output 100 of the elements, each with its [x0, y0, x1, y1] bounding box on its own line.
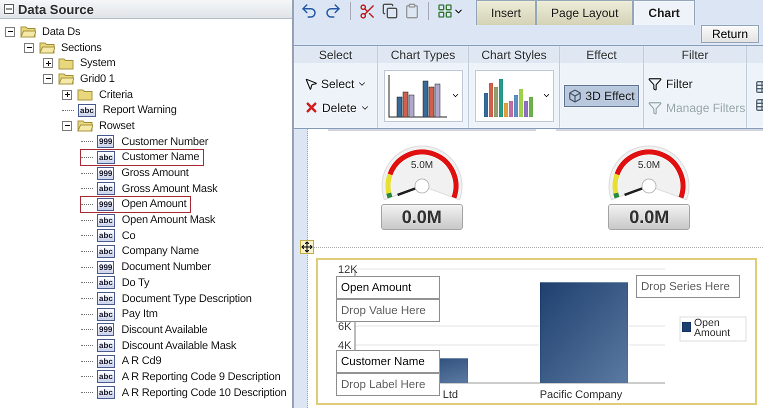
- tree-item[interactable]: Discount Available Mask: [122, 340, 236, 352]
- tree-item[interactable]: Open Amount Mask: [122, 214, 216, 226]
- field-type-icon: abc: [97, 386, 115, 400]
- series-drop-zone[interactable]: Drop Series Here: [636, 275, 740, 298]
- tree-item[interactable]: Criteria: [99, 88, 133, 101]
- tree-item[interactable]: Do Ty: [122, 276, 150, 289]
- field-type-icon: abc: [97, 292, 115, 306]
- chart-type-picker[interactable]: [384, 70, 462, 122]
- group-title: Filter: [644, 46, 746, 63]
- tree-item[interactable]: Gross Amount: [121, 167, 189, 180]
- field-type-icon: 999: [97, 198, 114, 211]
- gauge-value: 0.0M: [380, 204, 463, 230]
- filter-button[interactable]: Filter: [648, 74, 693, 94]
- tree-item[interactable]: Grid0 1: [80, 72, 115, 85]
- gauge-max-label: 5.0M: [410, 160, 433, 171]
- field-type-icon: abc: [97, 370, 115, 384]
- menu-button[interactable]: Delete: [298, 98, 376, 118]
- expand-icon[interactable]: [62, 90, 72, 100]
- field-type-icon: abc: [97, 182, 115, 196]
- tree-item[interactable]: Pay Itm: [122, 308, 158, 320]
- tree-item[interactable]: Rowset: [99, 120, 134, 132]
- tree-item[interactable]: System: [80, 57, 116, 70]
- field-type-icon: abc: [97, 244, 115, 258]
- pointer-icon: [304, 76, 318, 90]
- folder-icon: [77, 88, 93, 102]
- field-type-icon: abc: [97, 150, 115, 164]
- tree-item[interactable]: Co: [122, 230, 136, 242]
- layout-icon[interactable]: [437, 3, 453, 19]
- tree-item[interactable]: Report Warning: [102, 104, 177, 116]
- chart-legend: [680, 316, 746, 342]
- category-label: Ltd: [442, 389, 458, 401]
- tree-item[interactable]: A R Cd9: [122, 355, 162, 368]
- field-type-icon: 999: [97, 323, 114, 336]
- ribbon-tab[interactable]: Page Layout: [536, 0, 634, 25]
- label-drop-zone[interactable]: Drop Label Here: [336, 373, 440, 396]
- caret-icon: [542, 91, 550, 100]
- field-type-icon: 999: [97, 166, 114, 180]
- axis-tick-label: 12K: [338, 264, 358, 276]
- label-field-slot[interactable]: Customer Name: [336, 350, 440, 373]
- value-drop-zone[interactable]: Drop Value Here: [336, 299, 440, 322]
- gauge-needle: [396, 178, 430, 196]
- group-title: Effect: [560, 46, 643, 63]
- menu-button[interactable]: Select: [298, 74, 374, 94]
- expand-icon[interactable]: [43, 58, 53, 68]
- folder-icon: [77, 119, 93, 132]
- chart-style-picker[interactable]: [474, 70, 554, 122]
- group-title: Chart Types: [378, 46, 468, 63]
- tree-item[interactable]: Document Type Description: [122, 292, 252, 305]
- collapse-icon[interactable]: [62, 120, 72, 131]
- tree-item[interactable]: Data Ds: [42, 26, 80, 38]
- tree-item[interactable]: Discount Available: [121, 324, 208, 336]
- collapse-icon[interactable]: [43, 74, 53, 84]
- folder-icon: [39, 41, 55, 54]
- legend-label: Open Amount: [694, 317, 730, 339]
- group-title: Chart Styles: [469, 46, 559, 63]
- gauge-value: 0.0M: [608, 204, 690, 230]
- field-type-icon: abc: [97, 339, 115, 352]
- tree-item[interactable]: Sections: [61, 42, 102, 54]
- field-type-icon: abc: [97, 354, 115, 368]
- field-type-icon: abc: [97, 214, 115, 227]
- category-label: Pacific Company: [540, 389, 622, 401]
- redo-icon[interactable]: [324, 2, 342, 20]
- effect-toggle[interactable]: 3D Effect: [564, 84, 639, 106]
- tree-item[interactable]: Customer Name: [122, 151, 200, 164]
- field-type-icon: abc: [78, 104, 96, 117]
- collapse-icon[interactable]: [4, 4, 14, 14]
- filter-icon: [648, 100, 662, 114]
- collapse-icon[interactable]: [5, 26, 15, 37]
- gauge-needle: [624, 178, 657, 196]
- cut-icon[interactable]: [359, 2, 376, 20]
- axis-tick-label: 4K: [338, 340, 352, 352]
- gauge-max-label: 5.0M: [638, 160, 660, 171]
- tree-item[interactable]: A R Reporting Code 9 Description: [122, 370, 280, 383]
- tree-item[interactable]: Company Name: [122, 245, 199, 258]
- tree-item[interactable]: Open Amount: [121, 198, 186, 210]
- caret-icon: [450, 91, 460, 100]
- tree-item[interactable]: Customer Number: [121, 136, 208, 148]
- cube-icon: [568, 88, 582, 102]
- field-type-icon: 999: [97, 135, 114, 148]
- return-button[interactable]: Return: [700, 25, 759, 43]
- move-handle-icon[interactable]: [300, 240, 314, 254]
- field-type-icon: 999: [97, 260, 114, 274]
- value-field-slot[interactable]: Open Amount: [336, 276, 440, 299]
- group-title: Select: [294, 46, 377, 63]
- ribbon-tab[interactable]: Insert: [476, 0, 536, 25]
- folder-icon: [58, 56, 74, 70]
- tree-item[interactable]: A R Reporting Code 10 Description: [122, 386, 286, 399]
- delete-icon: [304, 100, 319, 115]
- copy-icon[interactable]: [382, 3, 398, 19]
- bar-chart-icon: [386, 72, 448, 118]
- undo-icon[interactable]: [300, 2, 318, 20]
- field-type-icon: abc: [97, 308, 115, 321]
- ribbon-tab[interactable]: Chart: [633, 0, 695, 25]
- panel-title: Data Source: [18, 2, 94, 16]
- field-type-icon: abc: [97, 276, 115, 290]
- axis-tick-label: 6K: [338, 321, 352, 333]
- tree-item[interactable]: Document Number: [121, 261, 211, 274]
- collapse-icon[interactable]: [24, 42, 34, 53]
- folder-icon: [20, 25, 36, 38]
- tree-item[interactable]: Gross Amount Mask: [122, 182, 218, 195]
